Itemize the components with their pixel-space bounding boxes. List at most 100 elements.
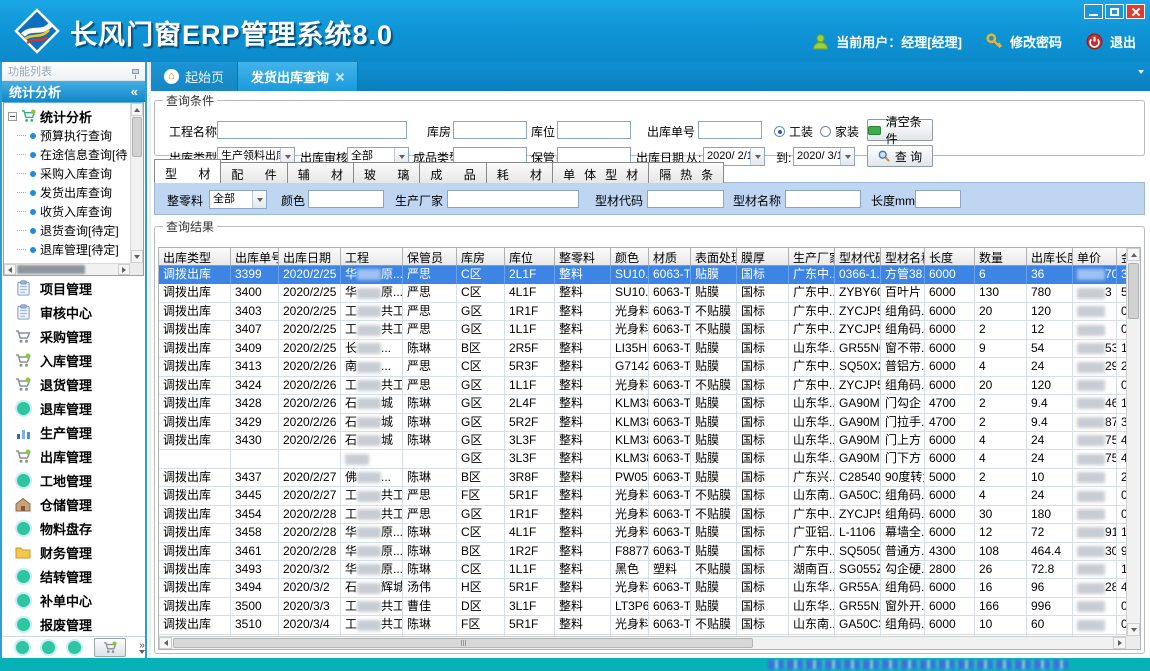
tree-item[interactable]: 预算执行查询 <box>8 126 130 145</box>
table-row[interactable]: 调拨出库34372020/2/27佛...陈琳B区3R8F整料PW056063-… <box>159 469 1126 487</box>
column-header-数量[interactable]: 数量 <box>975 248 1027 266</box>
sidebar-item-入库管理[interactable]: 入库管理 <box>2 348 145 372</box>
sidebar-item-工地管理[interactable]: 工地管理 <box>2 468 145 492</box>
radio-workwear[interactable]: 工装 <box>774 123 813 140</box>
collapsed-module-dot-icon[interactable] <box>16 641 29 654</box>
table-row[interactable]: 调拨出库34302020/2/26石城陈琳G区3L3F整料KLM38176063… <box>159 432 1126 450</box>
collapse-icon[interactable]: « <box>131 84 138 99</box>
scroll-left-icon[interactable] <box>159 637 172 649</box>
sidebar-item-退货管理[interactable]: 退货管理 <box>2 372 145 396</box>
project-name-input[interactable] <box>217 121 407 139</box>
column-header-长度[interactable]: 长度 <box>925 248 975 266</box>
table-row[interactable]: 调拨出库34242020/2/26工共工程严思G区1L1F整料光身料6063-T… <box>159 377 1126 395</box>
table-row[interactable]: 调拨出库34092020/2/25长...陈琳B区2R5F整料LI35HD606… <box>159 340 1126 358</box>
table-row[interactable]: 调拨出库34612020/2/28华原...陈琳B区1R2F整料F8877FT6… <box>159 543 1126 561</box>
warehouse-input[interactable] <box>453 121 527 139</box>
module-cart-button[interactable] <box>94 638 126 657</box>
grid-hscroll-thumb[interactable] <box>173 638 753 648</box>
material-tab-隔热条[interactable]: 隔热条 <box>648 162 724 183</box>
scroll-down-icon[interactable] <box>131 250 143 263</box>
maximize-button[interactable] <box>1105 4 1124 19</box>
sidebar-item-项目管理[interactable]: 项目管理 <box>2 276 145 300</box>
sidebar-item-采购管理[interactable]: 采购管理 <box>2 324 145 348</box>
column-header-型材名称[interactable]: 型材名称 <box>881 248 925 266</box>
column-header-生产厂家[interactable]: 生产厂家 <box>789 248 835 266</box>
column-header-库位[interactable]: 库位 <box>505 248 555 266</box>
order-no-input[interactable] <box>698 121 762 139</box>
tab-home[interactable]: ⌂ 起始页 <box>151 62 237 91</box>
sidebar-item-物料盘存[interactable]: 物料盘存 <box>2 516 145 540</box>
table-row[interactable]: 调拨出库34452020/2/27工共工程严思F区5R1F整料光身料6063-T… <box>159 487 1126 505</box>
minimize-button[interactable] <box>1084 4 1103 19</box>
close-button[interactable] <box>1126 4 1145 19</box>
sidebar-group-header[interactable]: 统计分析 « <box>2 81 145 102</box>
grid-vertical-scrollbar[interactable] <box>1126 248 1140 636</box>
column-header-金额[interactable]: 金额 <box>1117 248 1126 266</box>
table-row[interactable]: 调拨出库35002020/3/3工共工程曹佳D区3L1F整料LT3P606063… <box>159 598 1126 616</box>
whole-part-select[interactable]: 全部 <box>209 190 267 209</box>
scroll-down-icon[interactable] <box>1127 623 1140 636</box>
tree-vscroll-thumb[interactable] <box>132 117 142 157</box>
change-password-link[interactable]: 修改密码 <box>1010 32 1062 51</box>
material-tab-单体型材[interactable]: 单体型材 <box>552 162 649 183</box>
tab-shipment-outbound-query[interactable]: 发货出库查询 <box>237 62 358 91</box>
profile-name-input[interactable] <box>785 190 861 208</box>
location-input[interactable] <box>557 121 631 139</box>
table-row[interactable]: 调拨出库34582020/2/28华原...陈琳C区4L1F整料光身料6063-… <box>159 524 1126 542</box>
tree-item[interactable]: 退库管理[待定] <box>8 240 130 259</box>
column-header-型材代码[interactable]: 型材代码 <box>835 248 881 266</box>
sidebar-item-退库管理[interactable]: 退库管理 <box>2 396 145 420</box>
sidebar-item-生产管理[interactable]: 生产管理 <box>2 420 145 444</box>
scroll-left-icon[interactable] <box>4 264 16 275</box>
scroll-right-icon[interactable] <box>118 264 130 275</box>
pin-icon[interactable] <box>132 69 139 74</box>
tree-item[interactable]: 采购入库查询 <box>8 164 130 183</box>
table-row[interactable]: G区3L3F整料KLM38176063-T5贴膜国标山东华...GA90M09.… <box>159 450 1126 468</box>
column-header-工程[interactable]: 工程 <box>341 248 403 266</box>
material-tab-耗材[interactable]: 耗 材 <box>486 162 553 183</box>
column-header-出库日期[interactable]: 出库日期 <box>279 248 341 266</box>
overflow-chevron[interactable]: » <box>139 642 145 654</box>
material-tab-成品[interactable]: 成 品 <box>419 162 486 183</box>
sidebar-item-结转管理[interactable]: 结转管理 <box>2 564 145 588</box>
column-header-颜色[interactable]: 颜色 <box>611 248 649 266</box>
tab-overflow-icon[interactable] <box>1138 74 1144 88</box>
tree-vertical-scrollbar[interactable] <box>130 103 143 263</box>
clear-conditions-button[interactable]: 清空条件 <box>867 119 933 141</box>
scroll-up-icon[interactable] <box>1127 248 1140 261</box>
column-header-库房[interactable]: 库房 <box>457 248 505 266</box>
profile-code-input[interactable] <box>647 190 724 208</box>
column-header-整零料[interactable]: 整零料 <box>555 248 611 266</box>
column-header-单价[interactable]: 单价 <box>1073 248 1117 266</box>
collapsed-module-dot-icon[interactable] <box>68 641 81 654</box>
sidebar-item-审核中心[interactable]: 审核中心 <box>2 300 145 324</box>
tree-item[interactable]: 退货查询[待定] <box>8 221 130 240</box>
tree-horizontal-scrollbar[interactable] <box>4 263 130 275</box>
manufacturer-input[interactable] <box>447 190 579 208</box>
tree-root-statistics[interactable]: 统计分析 <box>8 106 130 126</box>
table-row[interactable]: 调拨出库34002020/2/25华原...严思C区4L1F整料SU10...6… <box>159 284 1126 302</box>
column-header-膜厚[interactable]: 膜厚 <box>737 248 789 266</box>
scroll-right-icon[interactable] <box>1113 637 1126 649</box>
table-row[interactable]: 调拨出库34292020/2/26石城陈琳G区5R2F整料KLM38176063… <box>159 414 1126 432</box>
tree-hscroll-thumb[interactable] <box>17 265 85 274</box>
sidebar-item-仓储管理[interactable]: 仓储管理 <box>2 492 145 516</box>
material-tab-辅材[interactable]: 辅 材 <box>287 162 354 183</box>
column-header-材质[interactable]: 材质 <box>649 248 691 266</box>
column-header-出库类型[interactable]: 出库类型 <box>159 248 231 266</box>
grid-horizontal-scrollbar[interactable] <box>159 636 1126 649</box>
sidebar-item-财务管理[interactable]: 财务管理 <box>2 540 145 564</box>
material-tab-玻璃[interactable]: 玻 璃 <box>353 162 420 183</box>
tab-close-icon[interactable] <box>335 72 344 81</box>
table-row[interactable]: 调拨出库35102020/3/4工共工程陈琳F区5R1F整料光身料6063-T5… <box>159 616 1126 634</box>
table-row[interactable]: 调拨出库34282020/2/26石城陈琳G区2L4F整料KLM38176063… <box>159 395 1126 413</box>
table-row[interactable]: 调拨出库34542020/2/28工共工程严思G区1R1F整料光身料6063-T… <box>159 506 1126 524</box>
column-header-保管员[interactable]: 保管员 <box>403 248 457 266</box>
column-header-出库长度[interactable]: 出库长度 <box>1027 248 1073 266</box>
logout-button[interactable]: 退出 <box>1110 32 1136 51</box>
sidebar-item-出库管理[interactable]: 出库管理 <box>2 444 145 468</box>
tree-item[interactable]: 在途信息查询[待 <box>8 145 130 164</box>
color-input[interactable] <box>308 190 384 208</box>
table-row[interactable]: 调拨出库34132020/2/26南...严思C区5R3F整料G71422606… <box>159 358 1126 376</box>
radio-home-decoration[interactable]: 家装 <box>820 123 859 140</box>
